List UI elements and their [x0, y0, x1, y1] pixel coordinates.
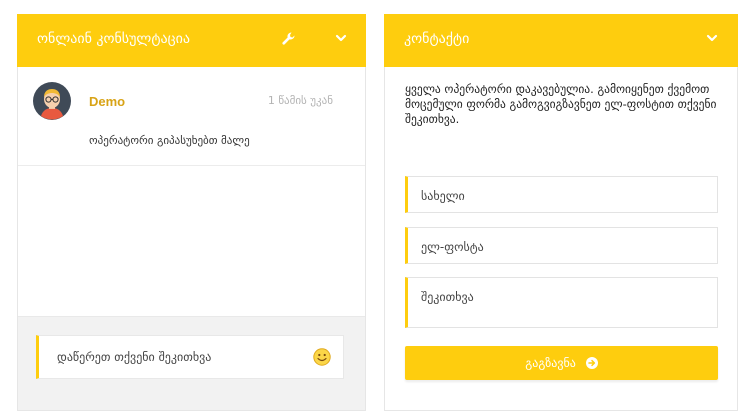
contact-title: კონტაქტი	[404, 31, 470, 47]
smiley-icon[interactable]	[313, 348, 331, 366]
message-author: Demo	[89, 94, 126, 109]
chat-title: ონლაინ კონსულტაცია	[37, 31, 190, 47]
chat-message: Demo 1 წამის უკან ოპერატორი გიპასუხებთ მ…	[18, 67, 365, 166]
chat-header[interactable]: ონლაინ კონსულტაცია	[17, 14, 366, 67]
send-button[interactable]: გაგზავნა	[405, 346, 718, 380]
contact-header[interactable]: კონტაქტი	[384, 14, 738, 67]
arrow-circle-right-icon	[585, 348, 598, 369]
chat-input-placeholder: დაწერეთ თქვენი შეკითხვა	[57, 350, 212, 364]
chevron-down-icon[interactable]	[334, 31, 352, 49]
question-field-placeholder: შეკითხვა	[421, 290, 474, 304]
chat-panel: ონლაინ კონსულტაცია Demo 1 წამის უკან ოპე…	[17, 14, 366, 411]
email-field-placeholder: ელ-ფოსტა	[421, 240, 484, 254]
wrench-icon[interactable]	[281, 31, 299, 49]
contact-panel: კონტაქტი ყველა ოპერატორი დაკავებულია. გა…	[384, 14, 738, 411]
message-time: 1 წამის უკან	[267, 94, 333, 107]
chevron-down-icon[interactable]	[705, 31, 723, 49]
avatar-icon	[33, 82, 71, 120]
question-field[interactable]: შეკითხვა	[405, 277, 718, 328]
email-field[interactable]: ელ-ფოსტა	[405, 227, 718, 264]
send-button-label: გაგზავნა	[525, 356, 576, 370]
name-field[interactable]: სახელი	[405, 176, 718, 213]
chat-message-input[interactable]: დაწერეთ თქვენი შეკითხვა	[36, 335, 344, 379]
name-field-placeholder: სახელი	[421, 189, 465, 203]
message-text: ოპერატორი გიპასუხებთ მალე	[89, 134, 250, 147]
chat-footer: დაწერეთ თქვენი შეკითხვა	[18, 316, 365, 410]
offline-notice: ყველა ოპერატორი დაკავებულია. გამოიყენეთ …	[405, 82, 717, 126]
